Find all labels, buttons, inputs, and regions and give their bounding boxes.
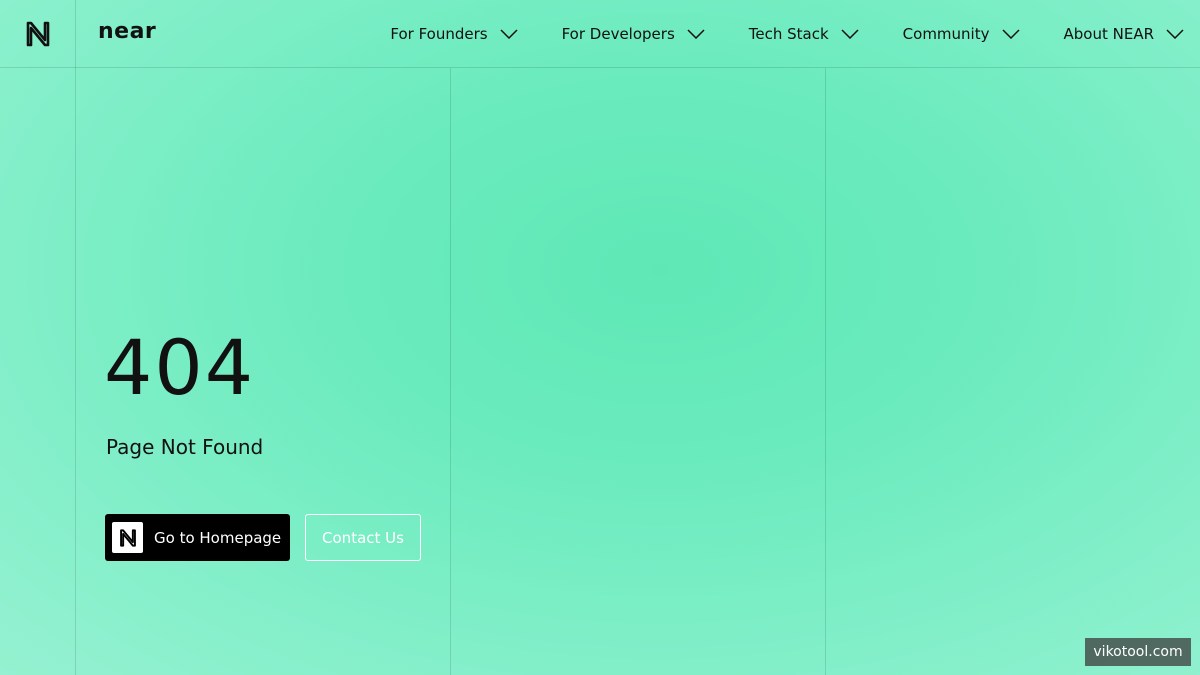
error-code: 404: [104, 323, 256, 412]
nav-item-label: Tech Stack: [748, 25, 829, 43]
chevron-down-icon: [1001, 29, 1020, 39]
chevron-down-icon: [1166, 29, 1184, 39]
nav-item-label: For Developers: [561, 25, 675, 43]
error-message: Page Not Found: [106, 435, 264, 459]
nav-item-label: Community: [902, 25, 990, 43]
near-wordmark[interactable]: near: [98, 19, 156, 44]
go-to-homepage-label: Go to Homepage: [154, 528, 282, 547]
nav-item-about-near[interactable]: About NEAR: [1064, 25, 1185, 43]
go-to-homepage-button[interactable]: Go to Homepage: [105, 514, 290, 561]
main-nav: For Founders For Developers Tech Stack C…: [346, 0, 1184, 68]
page: near For Founders For Developers Tech St…: [0, 0, 1200, 675]
grid-line: [75, 0, 76, 675]
chevron-down-icon: [500, 29, 518, 39]
nav-item-label: For Founders: [390, 25, 488, 43]
site-header: near For Founders For Developers Tech St…: [0, 0, 1200, 68]
chevron-down-icon: [841, 29, 859, 39]
grid-line: [825, 68, 826, 675]
nav-item-for-developers[interactable]: For Developers: [562, 25, 705, 43]
chevron-down-icon: [687, 29, 705, 39]
nav-item-community[interactable]: Community: [903, 25, 1020, 43]
nav-item-label: About NEAR: [1063, 25, 1155, 43]
contact-us-button[interactable]: Contact Us: [305, 514, 421, 561]
nav-item-for-founders[interactable]: For Founders: [390, 25, 518, 43]
near-logo-icon[interactable]: [25, 21, 51, 47]
watermark: vikotool.com: [1085, 638, 1191, 666]
grid-line: [450, 68, 451, 675]
near-logo-icon: [112, 522, 143, 553]
nav-item-tech-stack[interactable]: Tech Stack: [749, 25, 859, 43]
